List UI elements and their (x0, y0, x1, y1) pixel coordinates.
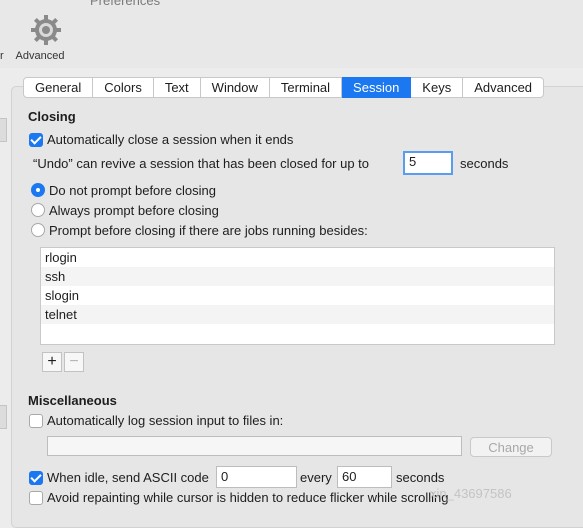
tab-session[interactable]: Session (342, 77, 412, 98)
undo-unit-label: seconds (460, 156, 509, 171)
log-session-checkbox[interactable] (29, 414, 43, 428)
radio-no-prompt[interactable] (31, 183, 45, 197)
tab-bar: General Colors Text Window Terminal Sess… (23, 77, 545, 98)
auto-close-checkbox[interactable] (29, 133, 43, 147)
undo-label: “Undo” can revive a session that has bee… (33, 156, 370, 171)
change-button[interactable]: Change (470, 437, 552, 457)
idle-send-label: When idle, send ASCII code (47, 470, 209, 485)
idle-interval-input[interactable]: 60 (337, 466, 392, 488)
remove-job-button[interactable]: − (64, 352, 84, 372)
every-label: every (300, 470, 332, 485)
idle-seconds-label: seconds (396, 470, 445, 485)
window-title: Preferences (90, 0, 161, 8)
sidebar-edge (0, 118, 7, 142)
add-job-button[interactable]: + (42, 352, 62, 372)
tab-text[interactable]: Text (153, 77, 201, 98)
tab-window[interactable]: Window (200, 77, 270, 98)
tab-terminal[interactable]: Terminal (269, 77, 343, 98)
gear-icon (31, 15, 61, 45)
misc-heading: Miscellaneous (28, 393, 117, 408)
log-path-field[interactable] (47, 436, 462, 456)
avoid-repaint-label: Avoid repainting while cursor is hidden … (47, 490, 449, 505)
jobs-list[interactable]: rlogin ssh slogin telnet (40, 247, 555, 345)
idle-code-input[interactable]: 0 (216, 466, 297, 488)
radio-always-prompt[interactable] (31, 203, 45, 217)
radio-prompt-if-jobs[interactable] (31, 223, 45, 237)
list-item[interactable]: telnet (41, 305, 554, 324)
radio-no-prompt-label: Do not prompt before closing (49, 183, 216, 198)
tab-colors[interactable]: Colors (93, 77, 154, 98)
toolbar: Preferences r Advanced (0, 0, 583, 68)
toolbar-advanced-button[interactable]: Advanced (8, 12, 72, 66)
sidebar-edge-lower (0, 405, 7, 429)
list-item[interactable]: slogin (41, 286, 554, 305)
tab-keys[interactable]: Keys (411, 77, 464, 98)
radio-prompt-if-jobs-label: Prompt before closing if there are jobs … (49, 223, 368, 238)
log-session-label: Automatically log session input to files… (47, 413, 284, 428)
closing-heading: Closing (28, 109, 76, 124)
watermark: xin_43697586 (430, 486, 512, 501)
avoid-repaint-checkbox[interactable] (29, 491, 43, 505)
toolbar-advanced-label: Advanced (15, 50, 65, 62)
list-item[interactable]: rlogin (41, 248, 554, 267)
tab-advanced[interactable]: Advanced (463, 77, 545, 98)
undo-seconds-input[interactable]: 5 (403, 151, 453, 175)
auto-close-label: Automatically close a session when it en… (47, 132, 294, 147)
list-item[interactable]: ssh (41, 267, 554, 286)
idle-send-checkbox[interactable] (29, 471, 43, 485)
tab-general[interactable]: General (23, 77, 94, 98)
toolbar-item-cut-label[interactable]: r (0, 50, 4, 62)
radio-always-prompt-label: Always prompt before closing (49, 203, 219, 218)
